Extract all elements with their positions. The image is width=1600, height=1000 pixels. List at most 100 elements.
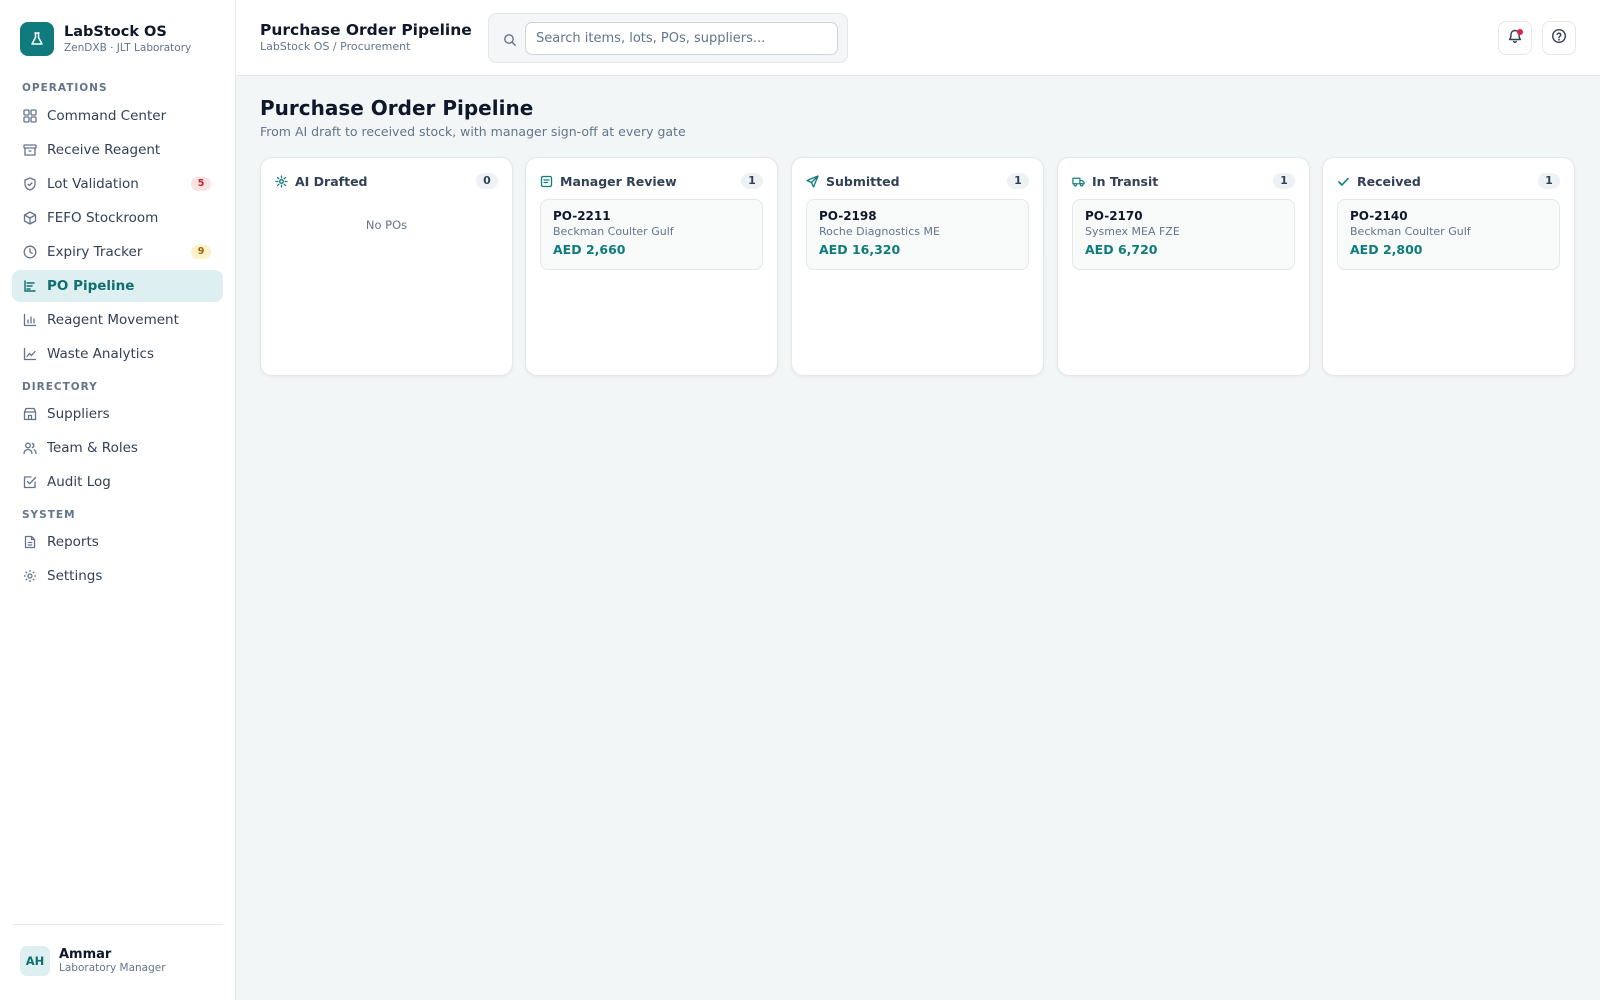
sidebar-item-settings[interactable]: Settings (12, 560, 223, 592)
po-card[interactable]: PO-2211 Beckman Coulter Gulf AED 2,660 (540, 199, 763, 270)
sidebar-item-label: Audit Log (47, 474, 111, 490)
sidebar-item-label: PO Pipeline (47, 278, 135, 294)
truck-icon (1072, 175, 1085, 188)
sidebar-item-team-roles[interactable]: Team & Roles (12, 432, 223, 464)
po-card[interactable]: PO-2170 Sysmex MEA FZE AED 6,720 (1072, 199, 1295, 270)
pipeline-column-ai-drafted: AI Drafted 0 No POs (260, 157, 513, 376)
user-name: Ammar (59, 947, 112, 962)
sidebar-item-label: Lot Validation (47, 176, 139, 192)
check-icon (1337, 175, 1350, 188)
section-label-operations: OPERATIONS (22, 82, 108, 94)
user-role: Laboratory Manager (59, 962, 166, 974)
po-number: PO-2211 (553, 209, 611, 223)
column-title: Received (1357, 173, 1421, 189)
po-number: PO-2170 (1085, 209, 1143, 223)
sidebar-item-command-center[interactable]: Command Center (12, 100, 223, 132)
po-supplier: Sysmex MEA FZE (1085, 225, 1180, 238)
search-input[interactable] (525, 22, 838, 55)
page-title: Purchase Order Pipeline (260, 96, 534, 120)
po-number: PO-2140 (1350, 209, 1408, 223)
sidebar-item-label: Settings (47, 568, 103, 584)
gear-icon (23, 569, 37, 583)
box-icon (23, 211, 37, 225)
send-icon (806, 174, 819, 188)
brand-title: LabStock OS (64, 24, 167, 40)
help-icon (1551, 28, 1567, 48)
po-amount: AED 2,800 (1350, 242, 1423, 257)
sidebar-item-label: Reports (47, 534, 99, 550)
help-button[interactable] (1542, 21, 1576, 55)
sidebar-item-receive-reagent[interactable]: Receive Reagent (12, 134, 223, 166)
avatar: AH (20, 946, 50, 976)
brand[interactable]: LabStock OS ZenDXB · JLT Laboratory (20, 22, 191, 56)
sidebar-item-label: FEFO Stockroom (47, 210, 159, 226)
review-icon (540, 175, 553, 188)
grid-icon (23, 109, 37, 123)
column-title: Manager Review (560, 173, 677, 189)
shield-check-icon (23, 177, 37, 191)
top-header: Purchase Order Pipeline LabStock OS / Pr… (236, 0, 1600, 76)
search-icon (503, 32, 517, 46)
sidebar-item-suppliers[interactable]: Suppliers (12, 398, 223, 430)
column-count: 1 (1273, 173, 1295, 189)
po-amount: AED 16,320 (819, 242, 901, 257)
column-count: 1 (741, 173, 763, 189)
users-icon (23, 441, 37, 455)
section-label-directory: DIRECTORY (22, 381, 98, 393)
pipeline-icon (23, 279, 37, 293)
sidebar-item-audit-log[interactable]: Audit Log (12, 466, 223, 498)
sparkle-icon (275, 174, 288, 188)
sidebar-item-po-pipeline[interactable]: PO Pipeline (12, 270, 223, 302)
po-number: PO-2198 (819, 209, 877, 223)
line-chart-icon (23, 347, 37, 361)
empty-state: No POs (365, 218, 408, 232)
archive-icon (23, 143, 37, 157)
bar-chart-icon (23, 313, 37, 327)
divider (12, 924, 223, 925)
sidebar-item-waste-analytics[interactable]: Waste Analytics (12, 338, 223, 370)
column-count: 1 (1007, 173, 1029, 189)
sidebar-item-fefo-stockroom[interactable]: FEFO Stockroom (12, 202, 223, 234)
header-title: Purchase Order Pipeline (260, 21, 472, 39)
pipeline-column-in-transit: In Transit 1 PO-2170 Sysmex MEA FZE AED … (1057, 157, 1310, 376)
po-amount: AED 2,660 (553, 242, 626, 257)
po-card[interactable]: PO-2198 Roche Diagnostics ME AED 16,320 (806, 199, 1029, 270)
notifications-button[interactable] (1498, 21, 1532, 55)
po-amount: AED 6,720 (1085, 242, 1158, 257)
breadcrumb: LabStock OS / Procurement (260, 40, 411, 53)
column-title: Submitted (826, 173, 900, 189)
column-count: 1 (1538, 173, 1560, 189)
pipeline-column-received: Received 1 PO-2140 Beckman Coulter Gulf … (1322, 157, 1575, 376)
store-icon (23, 407, 37, 421)
section-label-system: SYSTEM (22, 509, 76, 521)
column-title: In Transit (1092, 173, 1159, 189)
pipeline-column-manager-review: Manager Review 1 PO-2211 Beckman Coulter… (525, 157, 778, 376)
brand-subtitle: ZenDXB · JLT Laboratory (64, 42, 192, 54)
sidebar-item-label: Waste Analytics (47, 346, 154, 362)
notification-dot (1517, 29, 1523, 35)
sidebar-item-reagent-movement[interactable]: Reagent Movement (12, 304, 223, 336)
sidebar: LabStock OS ZenDXB · JLT Laboratory OPER… (0, 0, 236, 1000)
po-supplier: Beckman Coulter Gulf (1350, 225, 1471, 238)
count-badge: 5 (191, 177, 211, 191)
count-badge: 9 (191, 245, 211, 259)
sidebar-item-label: Reagent Movement (47, 312, 179, 328)
sidebar-item-reports[interactable]: Reports (12, 526, 223, 558)
column-count: 0 (476, 173, 498, 189)
sidebar-item-label: Receive Reagent (47, 142, 161, 158)
file-icon (23, 535, 37, 549)
po-card[interactable]: PO-2140 Beckman Coulter Gulf AED 2,800 (1337, 199, 1560, 270)
pipeline-column-submitted: Submitted 1 PO-2198 Roche Diagnostics ME… (791, 157, 1044, 376)
check-square-icon (23, 475, 37, 489)
column-title: AI Drafted (295, 173, 368, 189)
po-supplier: Beckman Coulter Gulf (553, 225, 674, 238)
po-supplier: Roche Diagnostics ME (819, 225, 940, 238)
sidebar-item-lot-validation[interactable]: Lot Validation 5 (12, 168, 223, 200)
sidebar-item-label: Suppliers (47, 406, 110, 422)
sidebar-item-label: Expiry Tracker (47, 244, 143, 260)
sidebar-item-expiry-tracker[interactable]: Expiry Tracker 9 (12, 236, 223, 268)
user-profile[interactable]: AH Ammar Laboratory Manager (20, 946, 166, 976)
clock-icon (23, 245, 37, 259)
flask-icon (20, 22, 54, 56)
page-subtitle: From AI draft to received stock, with ma… (260, 124, 686, 139)
